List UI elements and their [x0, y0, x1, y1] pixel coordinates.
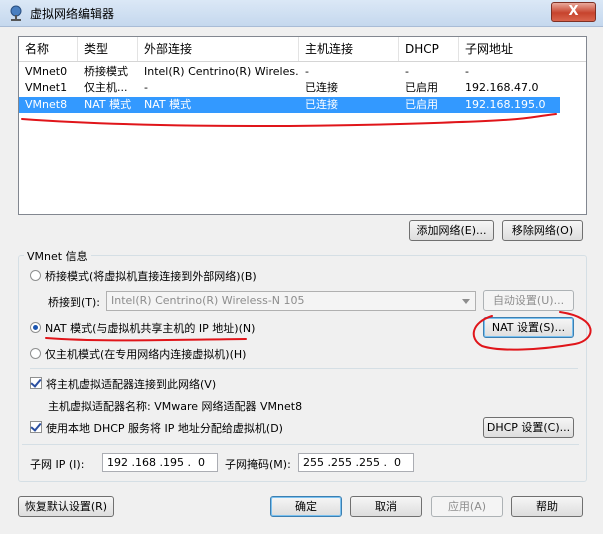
bridge-to-label: 桥接到(T):	[48, 296, 101, 309]
nat-mode-radio[interactable]	[30, 322, 41, 333]
column-header-type[interactable]: 类型	[78, 37, 138, 61]
network-table[interactable]: 名称 类型 外部连接 主机连接 DHCP 子网地址 VMnet0 桥接模式 In…	[18, 36, 587, 215]
close-button[interactable]: X	[551, 2, 596, 22]
host-only-radio[interactable]	[30, 348, 41, 359]
add-network-button[interactable]: 添加网络(E)...	[409, 220, 494, 241]
dhcp-label[interactable]: 使用本地 DHCP 服务将 IP 地址分配给虚拟机(D)	[46, 420, 283, 436]
adapter-name-text: 主机虚拟适配器名称: VMware 网络适配器 VMnet8	[48, 400, 303, 413]
cell-subnet: -	[465, 65, 469, 78]
auto-settings-button[interactable]: 自动设置(U)...	[483, 290, 574, 311]
vmnet-info-title: VMnet 信息	[24, 248, 91, 264]
cell-host: 已连接	[305, 98, 338, 111]
network-app-icon	[10, 5, 22, 21]
cancel-button[interactable]: 取消	[350, 496, 422, 517]
group-divider	[22, 444, 579, 445]
connect-adapter-label[interactable]: 将主机虚拟适配器连接到此网络(V)	[46, 376, 216, 392]
cell-dhcp: 已启用	[405, 98, 438, 111]
bridge-to-value: Intel(R) Centrino(R) Wireless-N 105	[111, 294, 305, 307]
column-header-name[interactable]: 名称	[19, 37, 78, 61]
dhcp-settings-button[interactable]: DHCP 设置(C)...	[483, 417, 574, 438]
subnet-mask-label: 子网掩码(M):	[225, 458, 291, 471]
title-bar: 虚拟网络编辑器 X	[0, 0, 603, 27]
table-row[interactable]: VMnet0 桥接模式 Intel(R) Centrino(R) Wireles…	[19, 64, 586, 80]
cell-host: -	[305, 65, 309, 78]
table-row[interactable]: VMnet1 仅主机... - 已连接 已启用 192.168.47.0	[19, 80, 586, 96]
cell-external: NAT 模式	[144, 98, 192, 111]
bridge-mode-label[interactable]: 桥接模式(将虚拟机直接连接到外部网络)(B)	[45, 268, 257, 284]
column-header-host[interactable]: 主机连接	[299, 37, 399, 61]
help-button[interactable]: 帮助	[511, 496, 583, 517]
column-header-external[interactable]: 外部连接	[138, 37, 299, 61]
host-only-label[interactable]: 仅主机模式(在专用网络内连接虚拟机)(H)	[45, 346, 246, 362]
subnet-ip-label: 子网 IP (I):	[30, 458, 85, 471]
cell-subnet: 192.168.47.0	[465, 81, 539, 94]
cell-dhcp: -	[405, 65, 409, 78]
nat-settings-button[interactable]: NAT 设置(S)...	[483, 317, 574, 338]
column-header-dhcp[interactable]: DHCP	[399, 37, 459, 61]
remove-network-button[interactable]: 移除网络(O)	[502, 220, 583, 241]
ok-button[interactable]: 确定	[270, 496, 342, 517]
table-header: 名称 类型 外部连接 主机连接 DHCP 子网地址	[19, 37, 586, 62]
checkmark-icon	[30, 376, 42, 388]
cell-external: -	[144, 81, 148, 94]
cell-type: 桥接模式	[84, 65, 128, 78]
subnet-ip-field[interactable]: 192 .168 .195 . 0	[102, 453, 218, 472]
restore-defaults-button[interactable]: 恢复默认设置(R)	[18, 496, 114, 517]
connect-adapter-checkbox[interactable]	[30, 376, 42, 389]
column-header-subnet[interactable]: 子网地址	[459, 37, 586, 61]
virtual-network-editor-window: 虚拟网络编辑器 X 名称 类型 外部连接 主机连接 DHCP 子网地址 VMne…	[0, 0, 603, 534]
cell-name: VMnet8	[25, 98, 68, 111]
bridge-mode-radio[interactable]	[30, 270, 41, 281]
group-divider	[30, 368, 578, 369]
cell-subnet: 192.168.195.0	[465, 98, 546, 111]
nat-mode-label[interactable]: NAT 模式(与虚拟机共享主机的 IP 地址)(N)	[45, 320, 255, 336]
cell-type: 仅主机...	[84, 81, 128, 94]
apply-button[interactable]: 应用(A)	[431, 496, 503, 517]
subnet-mask-field[interactable]: 255 .255 .255 . 0	[298, 453, 414, 472]
cell-dhcp: 已启用	[405, 81, 438, 94]
bridge-to-dropdown[interactable]: Intel(R) Centrino(R) Wireless-N 105	[106, 291, 476, 311]
cell-name: VMnet1	[25, 81, 68, 94]
cell-type: NAT 模式	[84, 98, 132, 111]
cell-host: 已连接	[305, 81, 338, 94]
close-icon: X	[568, 4, 579, 19]
dhcp-checkbox[interactable]	[30, 420, 42, 433]
cell-name: VMnet0	[25, 65, 68, 78]
radio-selected-dot	[33, 325, 38, 330]
checkmark-icon	[30, 420, 42, 432]
window-title: 虚拟网络编辑器	[30, 7, 115, 21]
chevron-down-icon	[462, 299, 470, 304]
cell-external: Intel(R) Centrino(R) Wireles...	[144, 65, 299, 78]
table-row-selected[interactable]: VMnet8 NAT 模式 NAT 模式 已连接 已启用 192.168.195…	[19, 97, 560, 113]
